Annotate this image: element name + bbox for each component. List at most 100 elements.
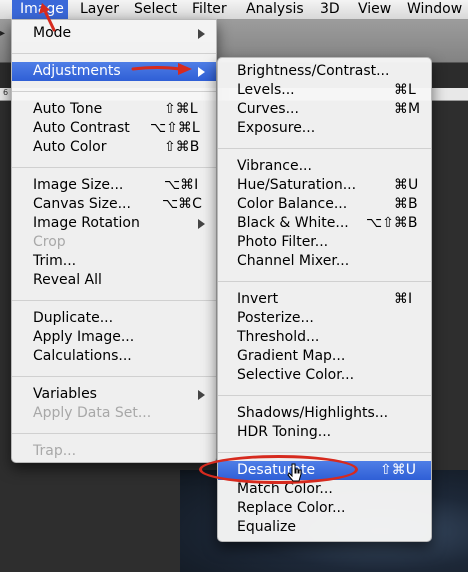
menu-item-label: Channel Mixer...	[237, 253, 350, 269]
menu-item-crop: Crop	[12, 233, 216, 252]
menu-separator	[218, 395, 431, 396]
menu-3d[interactable]: 3D	[320, 0, 340, 19]
menu-item-label: Crop	[33, 234, 66, 250]
menu-item-hue-saturation[interactable]: Hue/Saturation... ⌘U	[218, 176, 431, 195]
annotation-arrow-icon	[39, 3, 56, 32]
menu-separator	[12, 53, 216, 54]
menu-item-apply-data-set: Apply Data Set...	[12, 404, 216, 423]
menu-item-shortcut: ⌘I	[394, 291, 413, 307]
menu-item-posterize[interactable]: Posterize...	[218, 309, 431, 328]
menu-item-auto-contrast[interactable]: Auto Contrast ⌥⇧⌘L	[12, 119, 216, 138]
menu-item-label: Selective Color...	[237, 367, 355, 383]
menu-item-label: Auto Color	[33, 139, 107, 155]
menu-item-gradient-map[interactable]: Gradient Map...	[218, 347, 431, 366]
submenu-arrow-icon	[198, 29, 205, 39]
menu-item-selective-color[interactable]: Selective Color...	[218, 366, 431, 385]
menu-item-label: Duplicate...	[33, 310, 114, 326]
menu-item-label: Trap...	[33, 443, 77, 459]
menu-item-duplicate[interactable]: Duplicate...	[12, 309, 216, 328]
menu-separator	[218, 452, 431, 453]
menu-item-black-white[interactable]: Black & White... ⌥⇧⌘B	[218, 214, 431, 233]
menu-item-label: Hue/Saturation...	[237, 177, 357, 193]
menu-item-equalize[interactable]: Equalize	[218, 518, 431, 537]
menu-item-invert[interactable]: Invert ⌘I	[218, 290, 431, 309]
menu-item-exposure[interactable]: Exposure...	[218, 119, 431, 138]
menu-item-label: Adjustments	[33, 63, 121, 79]
menu-item-shortcut: ⌥⌘C	[162, 196, 202, 212]
menu-item-label: Replace Color...	[237, 500, 346, 516]
menu-item-label: Threshold...	[237, 329, 320, 345]
submenu-arrow-icon	[198, 390, 205, 400]
menu-item-curves[interactable]: Curves... ⌘M	[218, 100, 431, 119]
menu-item-label: Image Size...	[33, 177, 124, 193]
menu-item-vibrance[interactable]: Vibrance...	[218, 157, 431, 176]
menu-item-shortcut: ⇧⌘U	[380, 462, 416, 478]
menu-item-shortcut: ⌥⌘I	[164, 177, 199, 193]
menu-item-hdr-toning[interactable]: HDR Toning...	[218, 423, 431, 442]
menu-item-shortcut: ⌘U	[394, 177, 419, 193]
menu-separator	[218, 148, 431, 149]
menu-separator	[12, 376, 216, 377]
menu-filter[interactable]: Filter	[192, 0, 227, 19]
menu-item-auto-color[interactable]: Auto Color ⇧⌘B	[12, 138, 216, 157]
menu-item-shortcut: ⌘L	[394, 82, 416, 98]
menu-item-label: Exposure...	[237, 120, 316, 136]
menu-view[interactable]: View	[358, 0, 391, 19]
menu-item-levels[interactable]: Levels... ⌘L	[218, 81, 431, 100]
menu-item-label: Gradient Map...	[237, 348, 346, 364]
menu-item-label: Trim...	[33, 253, 77, 269]
menubar: Image Layer Select Filter Analysis 3D Vi…	[0, 0, 468, 20]
menu-item-label: Auto Tone	[33, 101, 103, 117]
menu-item-label: Posterize...	[237, 310, 314, 326]
menu-select[interactable]: Select	[134, 0, 177, 19]
menu-item-label: Equalize	[237, 519, 296, 535]
menu-separator	[12, 300, 216, 301]
submenu-arrow-icon	[198, 219, 205, 229]
menu-layer[interactable]: Layer	[80, 0, 119, 19]
menu-item-label: Variables	[33, 386, 97, 402]
menu-item-shadows-highlights[interactable]: Shadows/Highlights...	[218, 404, 431, 423]
menu-item-shortcut: ⌘M	[394, 101, 421, 117]
menu-item-label: Canvas Size...	[33, 196, 131, 212]
menu-item-trap: Trap...	[12, 442, 216, 461]
menu-item-label: Photo Filter...	[237, 234, 329, 250]
menu-item-shortcut: ⇧⌘B	[164, 139, 200, 155]
menu-item-shortcut: ⌘B	[394, 196, 418, 212]
annotation-arrow-icon	[131, 63, 192, 75]
menu-item-auto-tone[interactable]: Auto Tone ⇧⌘L	[12, 100, 216, 119]
menu-item-image-size[interactable]: Image Size... ⌥⌘I	[12, 176, 216, 195]
menu-item-label: Calculations...	[33, 348, 132, 364]
menu-item-label: HDR Toning...	[237, 424, 332, 440]
menu-item-variables[interactable]: Variables	[12, 385, 216, 404]
menu-item-color-balance[interactable]: Color Balance... ⌘B	[218, 195, 431, 214]
menu-item-calculations[interactable]: Calculations...	[12, 347, 216, 366]
menu-item-label: Black & White...	[237, 215, 349, 231]
menu-item-shortcut: ⌥⇧⌘L	[150, 120, 200, 136]
menu-item-channel-mixer[interactable]: Channel Mixer...	[218, 252, 431, 271]
menu-item-label: Invert	[237, 291, 279, 307]
menu-item-brightness-contrast[interactable]: Brightness/Contrast...	[218, 62, 431, 81]
menu-separator	[12, 167, 216, 168]
menu-window[interactable]: Window	[407, 0, 462, 19]
menu-item-image-rotation[interactable]: Image Rotation	[12, 214, 216, 233]
image-menu: Mode Adjustments Auto Tone ⇧⌘L Auto Cont…	[11, 19, 217, 463]
menu-item-threshold[interactable]: Threshold...	[218, 328, 431, 347]
menu-item-label: Vibrance...	[237, 158, 312, 174]
menu-separator	[218, 281, 431, 282]
menu-item-label: Auto Contrast	[33, 120, 130, 136]
menu-separator	[12, 91, 216, 92]
menu-item-canvas-size[interactable]: Canvas Size... ⌥⌘C	[12, 195, 216, 214]
menu-separator	[12, 433, 216, 434]
menu-item-label: Levels...	[237, 82, 295, 98]
menu-item-label: Shadows/Highlights...	[237, 405, 389, 421]
menu-item-apply-image[interactable]: Apply Image...	[12, 328, 216, 347]
menu-item-label: Apply Image...	[33, 329, 135, 345]
menu-item-photo-filter[interactable]: Photo Filter...	[218, 233, 431, 252]
menu-item-trim[interactable]: Trim...	[12, 252, 216, 271]
menu-item-replace-color[interactable]: Replace Color...	[218, 499, 431, 518]
annotation-highlight-ring	[199, 455, 358, 484]
menu-item-label: Image Rotation	[33, 215, 140, 231]
menu-analysis[interactable]: Analysis	[246, 0, 304, 19]
menu-item-reveal-all[interactable]: Reveal All	[12, 271, 216, 290]
menu-item-shortcut: ⌥⇧⌘B	[366, 215, 418, 231]
